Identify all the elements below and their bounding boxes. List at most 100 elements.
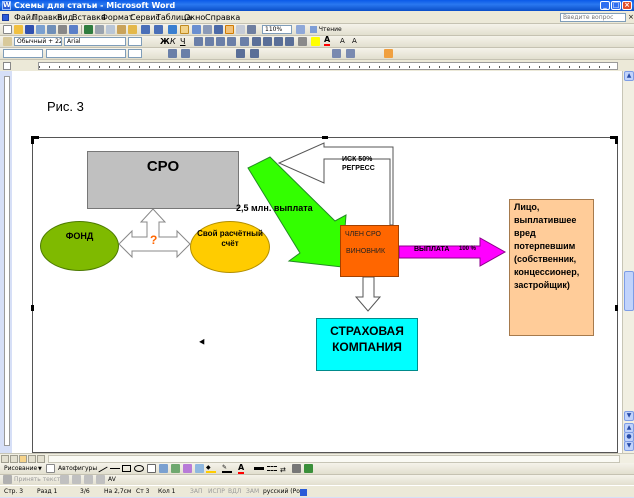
bullets-icon[interactable] bbox=[263, 37, 272, 46]
help-search-input[interactable]: Введите вопрос bbox=[560, 13, 626, 22]
line-spacing-icon[interactable] bbox=[240, 37, 249, 46]
underline-icon[interactable]: Ч bbox=[180, 37, 185, 46]
scroll-thumb[interactable] bbox=[624, 271, 634, 311]
spelling-status-icon[interactable] bbox=[300, 489, 307, 496]
fund-ellipse[interactable]: ФОНД bbox=[40, 221, 119, 271]
insert-excel-icon[interactable] bbox=[203, 25, 212, 34]
arrow-tool-icon[interactable] bbox=[110, 468, 120, 469]
help-close-icon[interactable]: × bbox=[628, 13, 634, 21]
redo-icon[interactable] bbox=[154, 25, 163, 34]
align-right-icon[interactable] bbox=[216, 37, 225, 46]
picture-icon[interactable] bbox=[195, 464, 204, 473]
document-icon[interactable] bbox=[2, 14, 9, 21]
horizontal-ruler[interactable] bbox=[38, 62, 618, 70]
dash-style-icon[interactable] bbox=[267, 466, 277, 471]
diagram-icon[interactable] bbox=[171, 464, 180, 473]
maximize-button[interactable]: □ bbox=[611, 1, 621, 10]
document-area[interactable]: Рис. 3 СРО ФОНД Свой расчётный счёт ? ЧЛ… bbox=[12, 71, 622, 453]
web-view-icon[interactable] bbox=[10, 455, 18, 463]
numbering-icon[interactable] bbox=[252, 37, 261, 46]
copy-icon[interactable] bbox=[106, 25, 115, 34]
increase-indent-icon[interactable] bbox=[285, 37, 294, 46]
apply-text-button[interactable]: Принять текст bbox=[14, 475, 60, 485]
normal-view-icon[interactable] bbox=[1, 455, 9, 463]
tables-borders-icon[interactable] bbox=[180, 25, 189, 34]
line-color-icon[interactable]: ✎ bbox=[222, 464, 232, 473]
print-layout-icon[interactable] bbox=[19, 455, 27, 463]
clipart-icon[interactable] bbox=[183, 464, 192, 473]
scroll-up-icon[interactable]: ▲ bbox=[624, 71, 634, 81]
justify-icon[interactable] bbox=[227, 37, 236, 46]
horizontal-scrollbar[interactable] bbox=[48, 455, 620, 463]
print-icon[interactable] bbox=[58, 25, 67, 34]
minimize-button[interactable]: _ bbox=[600, 1, 610, 10]
hyperlink-icon[interactable] bbox=[168, 25, 177, 34]
spelling-icon[interactable] bbox=[84, 25, 93, 34]
sro-box[interactable]: СРО bbox=[87, 151, 239, 209]
3d-style-icon[interactable] bbox=[304, 464, 313, 473]
reading-view-icon[interactable] bbox=[37, 455, 45, 463]
font-size-select[interactable] bbox=[128, 37, 142, 46]
menu-help[interactable]: Справка bbox=[205, 12, 240, 23]
open-icon[interactable] bbox=[14, 25, 23, 34]
menu-format[interactable]: Формат bbox=[101, 12, 133, 23]
permission-icon[interactable] bbox=[36, 25, 45, 34]
cut-icon[interactable] bbox=[95, 25, 104, 34]
canvas-indent-icon[interactable] bbox=[250, 49, 259, 58]
vertical-ruler[interactable] bbox=[4, 76, 10, 446]
fill-color-icon[interactable]: ◆ bbox=[206, 464, 216, 473]
sro-member-box[interactable]: ЧЛЕН СРО ВИНОВНИК bbox=[340, 225, 399, 277]
word-app-icon[interactable]: W bbox=[2, 1, 11, 10]
payer-box[interactable]: Лицо, выплатившее вред потерпевшим (собс… bbox=[509, 199, 594, 336]
tab-selector[interactable] bbox=[3, 62, 11, 70]
shrink-font-icon[interactable]: A bbox=[352, 37, 357, 45]
rectangle-tool-icon[interactable] bbox=[122, 465, 131, 472]
outline-view-icon[interactable] bbox=[28, 455, 36, 463]
document-map-icon[interactable] bbox=[236, 25, 245, 34]
close-button[interactable]: × bbox=[622, 1, 632, 10]
canvas-border-icon[interactable] bbox=[332, 49, 341, 58]
canvas-center-icon[interactable] bbox=[181, 49, 190, 58]
canvas-align-icon[interactable] bbox=[168, 49, 177, 58]
email-icon[interactable] bbox=[47, 25, 56, 34]
av-spacing-icon[interactable]: AV bbox=[108, 475, 116, 485]
char-position-icon[interactable] bbox=[84, 475, 93, 484]
canvas-style-select[interactable] bbox=[3, 49, 43, 58]
line-style-icon[interactable] bbox=[254, 467, 264, 470]
own-account-ellipse[interactable]: Свой расчётный счёт bbox=[190, 221, 270, 273]
undo-icon[interactable] bbox=[141, 25, 150, 34]
canvas-font-select[interactable] bbox=[46, 49, 126, 58]
styles-pane-icon[interactable] bbox=[3, 37, 12, 46]
draw-dropdown-icon[interactable]: ▼ bbox=[38, 463, 42, 475]
draw-menu-button[interactable]: Рисование bbox=[4, 463, 37, 475]
help-icon[interactable] bbox=[296, 25, 305, 34]
char-spacing-icon[interactable] bbox=[60, 475, 69, 484]
shadow-style-icon[interactable] bbox=[292, 464, 301, 473]
scroll-down-icon[interactable]: ▼ bbox=[624, 411, 634, 421]
format-painter-icon[interactable] bbox=[128, 25, 137, 34]
show-hide-icon[interactable] bbox=[247, 25, 256, 34]
canvas-scale-icon[interactable] bbox=[384, 49, 393, 58]
review-icon[interactable] bbox=[3, 475, 12, 484]
char-kerning-icon[interactable] bbox=[96, 475, 105, 484]
print-preview-icon[interactable] bbox=[69, 25, 78, 34]
select-objects-icon[interactable] bbox=[46, 464, 55, 473]
oval-tool-icon[interactable] bbox=[134, 465, 144, 472]
columns-icon[interactable] bbox=[214, 25, 223, 34]
bold-icon[interactable]: Ж bbox=[160, 37, 170, 46]
decrease-indent-icon[interactable] bbox=[274, 37, 283, 46]
menu-view[interactable]: Вид bbox=[57, 12, 73, 23]
autoshapes-button[interactable]: Автофигуры bbox=[58, 463, 97, 475]
highlight-icon[interactable] bbox=[311, 37, 320, 46]
line-tool-icon[interactable] bbox=[98, 466, 108, 473]
grow-font-icon[interactable]: A bbox=[340, 37, 345, 45]
paste-icon[interactable] bbox=[117, 25, 126, 34]
zoom-select[interactable]: 110% bbox=[262, 25, 292, 34]
vertical-scrollbar[interactable]: ▲ ▼ ▲ ● ▼ bbox=[622, 71, 634, 453]
align-center-icon[interactable] bbox=[205, 37, 214, 46]
italic-icon[interactable]: К bbox=[170, 37, 176, 46]
canvas-fit-icon[interactable] bbox=[346, 49, 355, 58]
reading-layout-button[interactable]: Чтение bbox=[310, 25, 350, 34]
style-select[interactable]: Обычный + 22 п bbox=[14, 37, 62, 46]
status-ext[interactable]: ВДЛ bbox=[228, 486, 241, 498]
